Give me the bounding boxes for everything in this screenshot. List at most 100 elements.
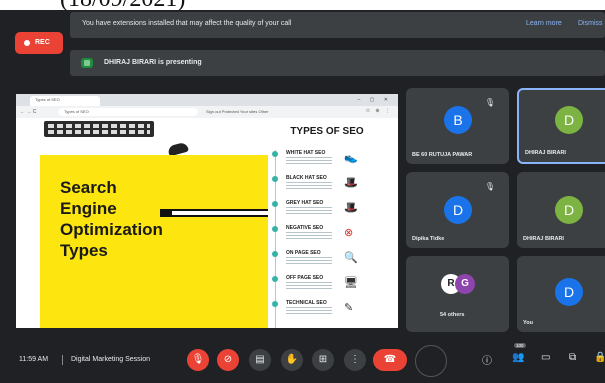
people-icon[interactable]: 👥 [512, 352, 524, 363]
lock-icon[interactable]: 🔒 [594, 352, 605, 363]
seo-item-desc [286, 232, 332, 240]
seo-item: OFF PAGE SEO 🖥 [272, 275, 380, 297]
bullet-dot-icon [272, 151, 278, 157]
types-of-seo-panel: TYPES OF SEO WHITE HAT SEO 👟 BLACK HAT S… [268, 124, 398, 328]
avatar: G [455, 274, 475, 294]
seo-item-desc [286, 207, 332, 215]
seo-item-title: NEGATIVE SEO [286, 225, 324, 231]
captions-button[interactable]: ▤ [249, 349, 271, 371]
reaction-button[interactable] [415, 345, 447, 377]
activities-icon[interactable]: ⧉ [569, 352, 576, 363]
chat-icon[interactable]: ▭ [541, 352, 550, 363]
phone-hangup-icon: ☎ [383, 354, 397, 365]
others-tile[interactable]: R G 54 others [406, 256, 509, 332]
others-count: 54 others [440, 312, 465, 318]
participant-tile[interactable]: 🎙︎ D Dipika Tidke [406, 172, 509, 248]
page-date-title: (18/09/2021) [60, 0, 185, 10]
seo-item-desc [286, 282, 332, 290]
avatar: D [555, 196, 583, 224]
shoe-icon: 👟 [344, 152, 358, 164]
avatar: D [555, 278, 583, 306]
browser-tab-title: Types of SEO [35, 97, 60, 102]
ban-icon: ⊗ [344, 227, 354, 239]
browser-menu-icons: ✩ ⊕ ⋮ [365, 108, 392, 114]
mic-off-icon: 🎙︎ [191, 354, 205, 365]
self-name: You [523, 320, 533, 326]
seo-item-title: WHITE HAT SEO [286, 150, 326, 156]
self-tile[interactable]: D You [517, 256, 605, 332]
seo-item: BLACK HAT SEO 🎩 [272, 175, 380, 197]
presenting-bar: DHIRAJ BIRARI is presenting [70, 50, 605, 76]
dismiss-link[interactable]: Dismiss [578, 20, 603, 27]
shared-screen: Types of SEO – ▢ ✕ ← → C Types of SEO Si… [16, 94, 398, 328]
participant-tile[interactable]: D DHIRAJ BIRARI [517, 172, 605, 248]
captions-icon: ▤ [255, 354, 265, 365]
clock-time: 11:59 AM [19, 356, 49, 363]
hand-icon: ✋ [285, 354, 299, 365]
banner-text: You have extensions installed that may a… [82, 20, 292, 27]
seo-item-desc [286, 307, 332, 315]
participant-tile[interactable]: 🎙︎ B BE 60 RUTUJA PAWAR [406, 88, 509, 164]
bullet-dot-icon [272, 276, 278, 282]
camera-off-icon: ⊘ [223, 354, 233, 365]
participant-name: Dipika Tidke [412, 236, 445, 242]
bullet-dot-icon [272, 201, 278, 207]
raise-hand-button[interactable]: ✋ [281, 349, 303, 371]
avatar: D [555, 106, 583, 134]
seo-item: WHITE HAT SEO 👟 [272, 150, 380, 172]
meeting-name: Digital Marketing Session [71, 356, 150, 363]
seo-item-desc [286, 257, 332, 265]
present-button[interactable]: ⊞ [312, 349, 334, 371]
leave-call-button[interactable]: ☎ [373, 349, 407, 371]
seo-item: TECHNICAL SEO ✎ [272, 300, 380, 322]
slide-yellow-panel: Search Engine Optimization Types [40, 155, 292, 328]
rec-label: REC [35, 39, 50, 46]
seo-item-title: TECHNICAL SEO [286, 300, 327, 306]
mic-off-icon: 🎙︎ [484, 182, 495, 191]
bookmarks-text: Sign out Protected Your sites Other [206, 109, 269, 114]
camera-toggle-button[interactable]: ⊘ [217, 349, 239, 371]
bullet-dot-icon [272, 251, 278, 257]
seo-item: ON PAGE SEO 🔍 [272, 250, 380, 272]
others-avatars: R G [441, 274, 481, 294]
seo-item-title: ON PAGE SEO [286, 250, 321, 256]
present-screen-icon [81, 58, 93, 68]
slide-title: Search Engine Optimization Types [60, 178, 163, 260]
seo-item-title: OFF PAGE SEO [286, 275, 324, 281]
bullet-dot-icon [272, 301, 278, 307]
seo-item-title: GREY HAT SEO [286, 200, 324, 206]
participant-name: DHIRAJ BIRARI [523, 236, 564, 242]
keyboard-image [44, 121, 154, 137]
meeting-control-bar: 11:59 AM Digital Marketing Session 🎙︎ ⊘ … [0, 337, 605, 383]
learn-more-link[interactable]: Learn more [526, 20, 562, 27]
tools-icon: ✎ [344, 302, 354, 314]
seo-item-desc [286, 182, 332, 190]
url-box: Types of SEO [58, 108, 198, 116]
more-vert-icon: ⋮ [350, 354, 360, 365]
extensions-warning-banner: You have extensions installed that may a… [70, 12, 605, 38]
browser-tab: Types of SEO [30, 96, 100, 106]
bullet-dot-icon [272, 226, 278, 232]
mic-off-icon: 🎙︎ [484, 98, 495, 107]
mic-toggle-button[interactable]: 🎙︎ [187, 349, 209, 371]
participant-name: DHIRAJ BIRARI [525, 150, 566, 156]
url-text: Types of SEO [64, 109, 89, 114]
participant-tile-active-speaker[interactable]: D DHIRAJ BIRARI [517, 88, 605, 164]
seo-item-title: BLACK HAT SEO [286, 175, 327, 181]
browser-tab-bar: Types of SEO – ▢ ✕ [16, 94, 398, 106]
more-options-button[interactable]: ⋮ [344, 349, 366, 371]
hat-icon: 🎩 [344, 202, 358, 214]
top-caption-strip: (18/09/2021) [0, 0, 605, 10]
monitor-icon: 🖥 [344, 277, 358, 289]
avatar: B [444, 106, 472, 134]
present-icon: ⊞ [318, 354, 328, 365]
recording-badge[interactable]: REC [15, 32, 63, 54]
seo-item: NEGATIVE SEO ⊗ [272, 225, 380, 247]
browser-address-bar: ← → C Types of SEO Sign out Protected Yo… [16, 106, 398, 118]
divider [62, 355, 63, 365]
info-icon[interactable]: ⓘ [482, 352, 492, 367]
bullet-dot-icon [272, 176, 278, 182]
avatar: D [444, 196, 472, 224]
seo-item: GREY HAT SEO 🎩 [272, 200, 380, 222]
seo-panel-title: TYPES OF SEO [290, 126, 364, 137]
